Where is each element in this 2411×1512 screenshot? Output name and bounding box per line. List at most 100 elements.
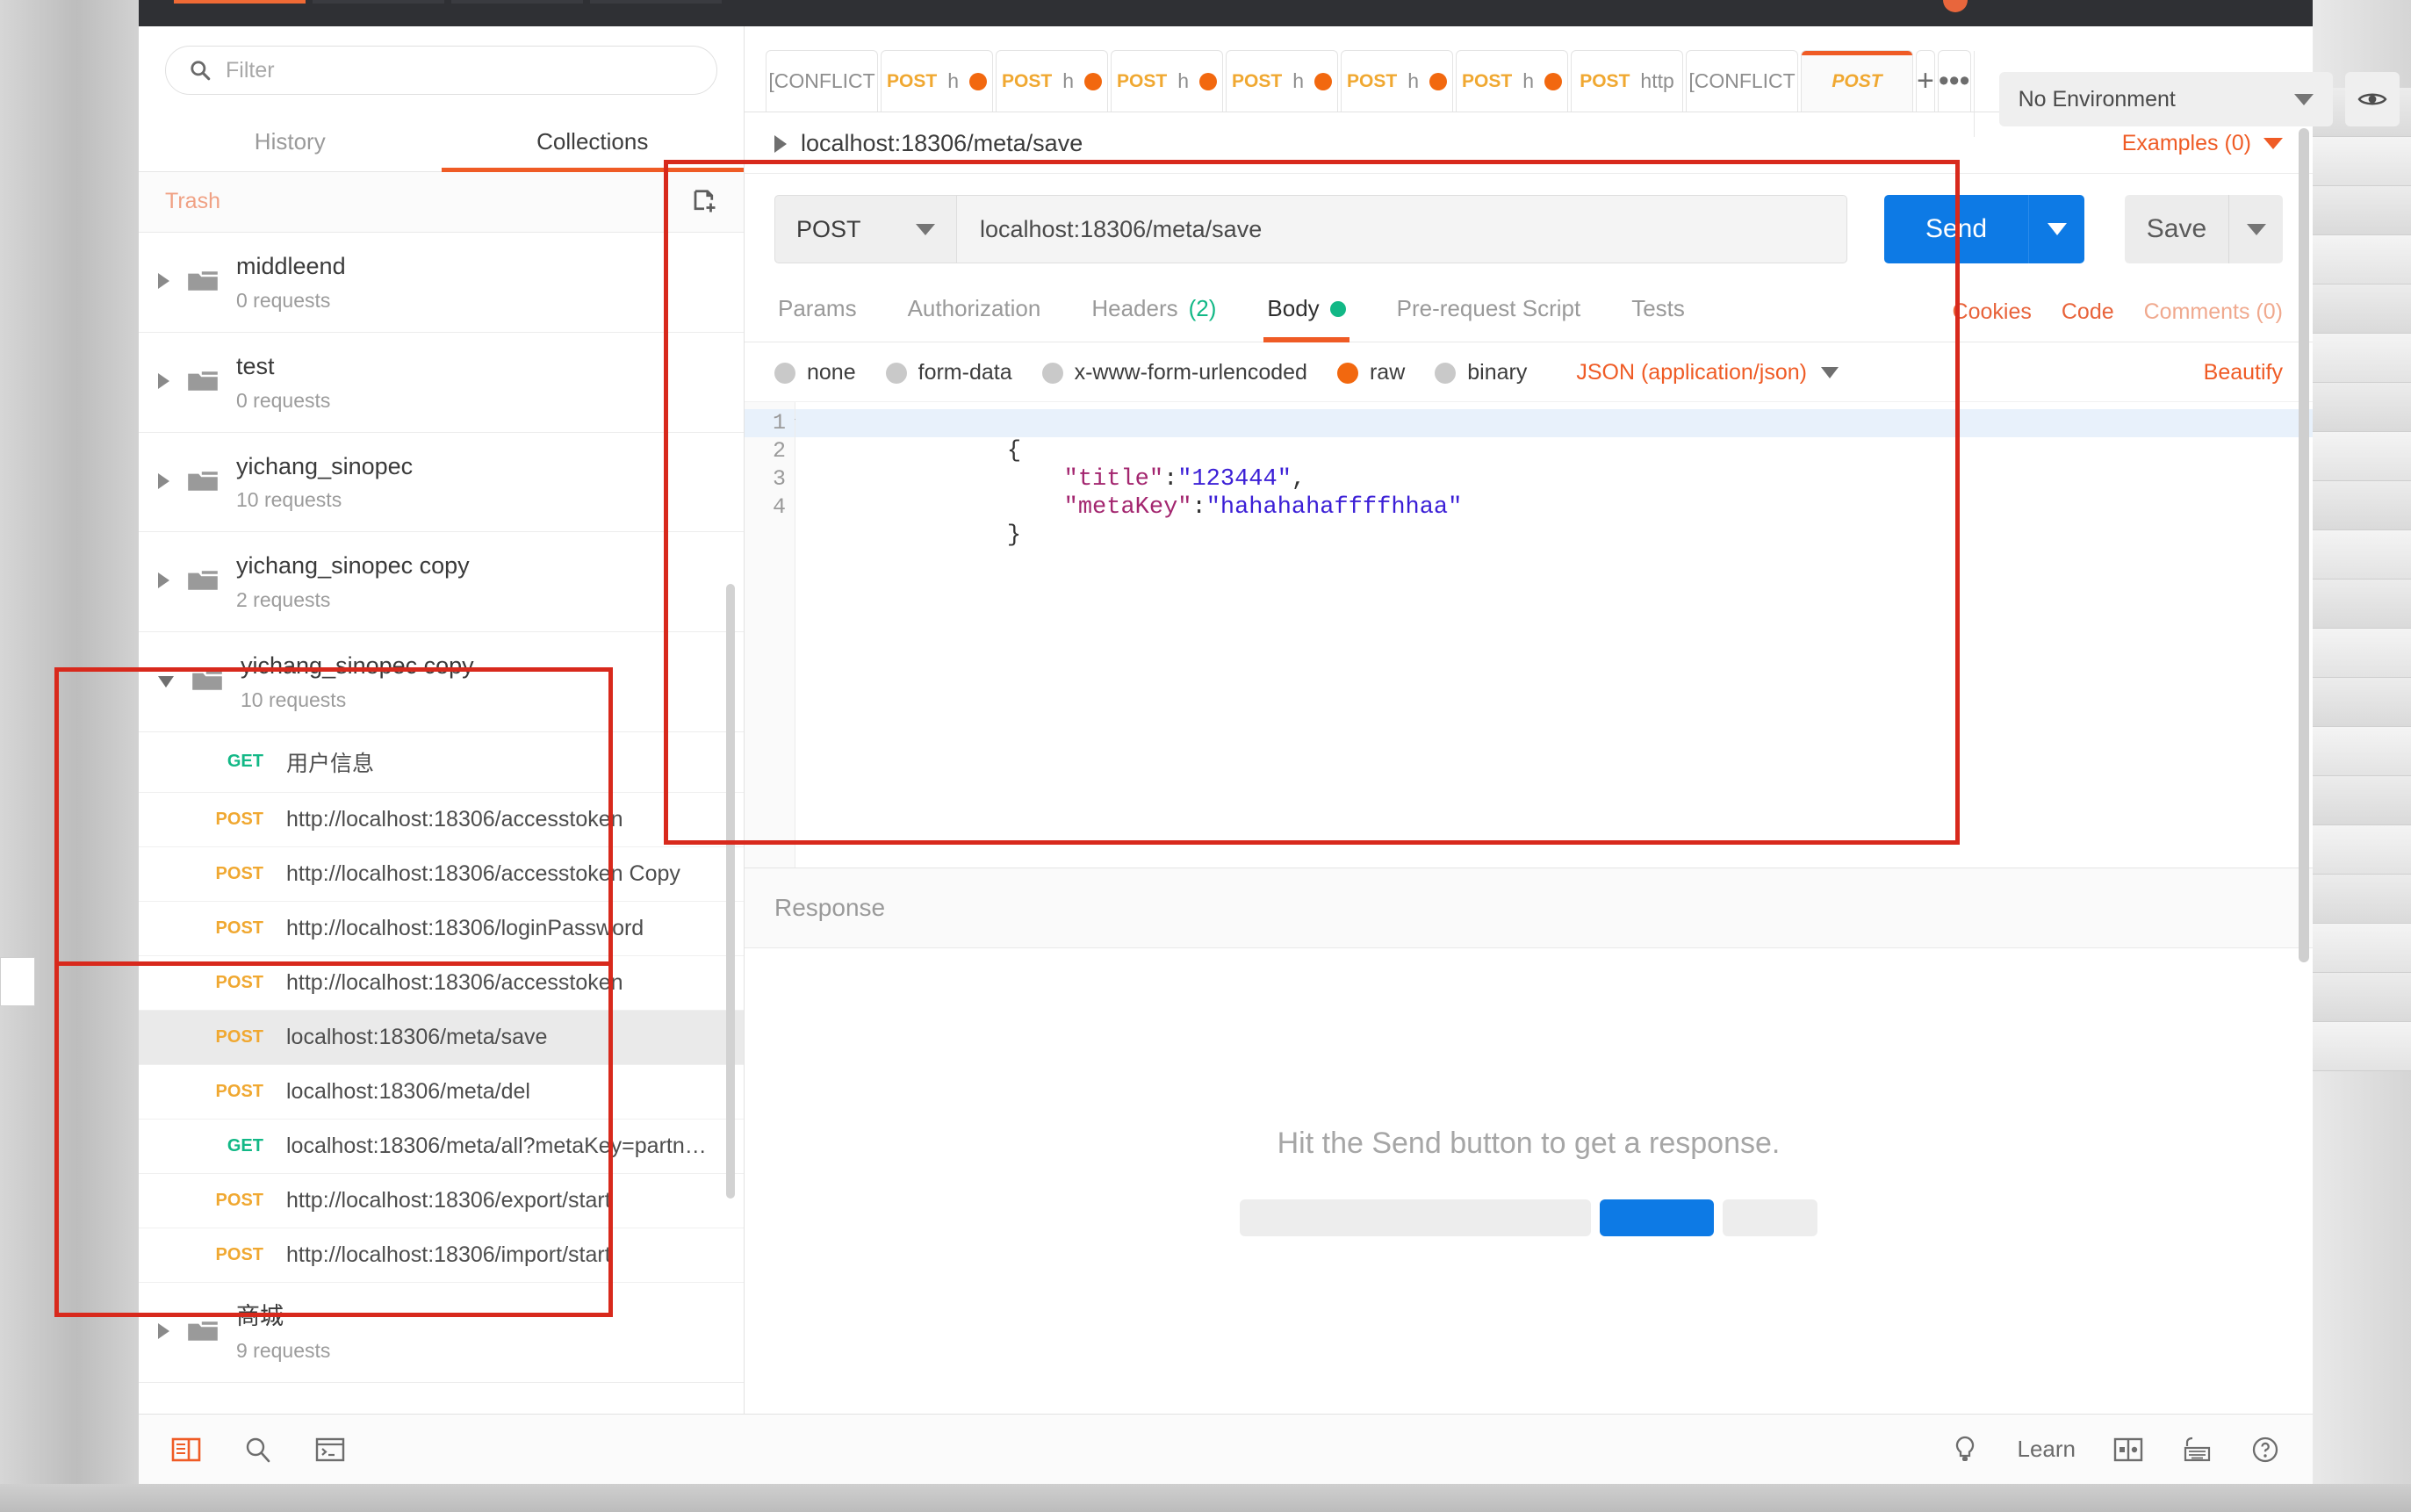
request-method: POST [207, 973, 263, 993]
chevron-right-icon[interactable] [158, 373, 169, 389]
request-method: GET [207, 1136, 263, 1156]
request-tab-conflict-1[interactable]: [CONFLICT [766, 50, 878, 112]
tab-params[interactable]: Params [774, 283, 860, 342]
search-input[interactable]: Filter [165, 46, 717, 95]
comments-link[interactable]: Comments (0) [2144, 299, 2283, 325]
body-type-binary-label: binary [1467, 360, 1527, 385]
request-tab-active[interactable]: POST [1801, 50, 1913, 112]
console-icon[interactable] [314, 1434, 346, 1465]
titlebar-tab[interactable] [313, 0, 444, 4]
list-item[interactable]: GET 用户信息 [139, 732, 744, 793]
list-item-selected[interactable]: POST localhost:18306/meta/save [139, 1011, 744, 1065]
list-item[interactable]: POST http://localhost:18306/import/start [139, 1228, 744, 1283]
request-tab-2[interactable]: POST h [881, 50, 993, 112]
list-item[interactable]: POST http://localhost:18306/accesstoken [139, 956, 744, 1011]
list-item[interactable]: GET localhost:18306/meta/all?metaKey=par… [139, 1120, 744, 1174]
tab-body[interactable]: Body [1263, 283, 1349, 342]
response-empty-state: Hit the Send button to get a response. [745, 948, 2313, 1414]
editor-code-area[interactable]: { "title":"123444", "metaKey":"hahahahaf… [795, 402, 2313, 868]
environment-quick-look-button[interactable] [2345, 72, 2400, 126]
body-type-binary[interactable]: binary [1435, 360, 1527, 385]
list-item[interactable]: POST http://localhost:18306/accesstoken … [139, 847, 744, 902]
body-type-none[interactable]: none [774, 360, 856, 385]
main-content: [CONFLICT POST h POST h POST h [745, 26, 2313, 1414]
body-type-none-label: none [807, 360, 856, 385]
help-icon[interactable] [2249, 1434, 2281, 1465]
list-item[interactable]: POST http://localhost:18306/loginPasswor… [139, 902, 744, 956]
tab-title: h [1522, 69, 1534, 93]
new-tab-button[interactable]: + [1916, 50, 1935, 112]
chevron-down-icon[interactable] [158, 676, 174, 695]
body-editor[interactable]: 1 2 3 4 { "title":"123444", [745, 401, 2313, 868]
body-type-form-data[interactable]: form-data [886, 360, 1012, 385]
eye-icon [2357, 89, 2387, 110]
chevron-right-icon[interactable] [158, 273, 169, 289]
collection-item-test[interactable]: test 0 requests [139, 333, 744, 433]
environment-area: No Environment [1974, 51, 2411, 137]
collection-list[interactable]: middleend 0 requests test 0 r [139, 233, 744, 1414]
chevron-right-icon[interactable] [774, 135, 787, 153]
request-tab-4[interactable]: POST h [1111, 50, 1223, 112]
url-input[interactable]: localhost:18306/meta/save [957, 195, 1847, 263]
collection-item-yichang-sinopec[interactable]: yichang_sinopec 10 requests [139, 433, 744, 533]
collection-item-shangcheng[interactable]: 商城 9 requests [139, 1283, 744, 1383]
save-options-button[interactable] [2228, 195, 2283, 263]
list-item[interactable]: POST localhost:18306/meta/del [139, 1065, 744, 1120]
body-present-dot-icon [1330, 301, 1346, 317]
list-item[interactable]: POST http://localhost:18306/export/start [139, 1174, 744, 1228]
request-tab-conflict-2[interactable]: [CONFLICT [1686, 50, 1798, 112]
save-button[interactable]: Save [2125, 195, 2228, 263]
body-type-urlencoded[interactable]: x-www-form-urlencoded [1042, 360, 1307, 385]
tab-method: POST [1232, 71, 1282, 92]
request-tab-3[interactable]: POST h [996, 50, 1108, 112]
two-pane-icon[interactable] [2112, 1434, 2144, 1465]
chevron-right-icon[interactable] [158, 1323, 169, 1339]
request-method: POST [207, 1027, 263, 1048]
request-tab-7[interactable]: POST h [1456, 50, 1568, 112]
collection-item-yichang-sinopec-copy-10[interactable]: yichang_sinopec copy 10 requests [139, 632, 744, 732]
main-scrollbar[interactable] [2299, 128, 2309, 962]
request-tab-5[interactable]: POST h [1226, 50, 1338, 112]
send-options-button[interactable] [2028, 195, 2084, 263]
request-tab-6[interactable]: POST h [1341, 50, 1453, 112]
code-link[interactable]: Code [2062, 299, 2114, 325]
content-type-selector[interactable]: JSON (application/json) [1576, 360, 1839, 385]
tab-headers[interactable]: Headers (2) [1088, 283, 1220, 342]
collection-text: 商城 9 requests [236, 1302, 330, 1363]
editor-gutter: 1 2 3 4 [745, 402, 795, 868]
send-button[interactable]: Send [1884, 195, 2028, 263]
tab-collections[interactable]: Collections [442, 114, 745, 171]
search-placeholder: Filter [226, 58, 275, 83]
method-selector[interactable]: POST [774, 195, 957, 263]
titlebar-tab[interactable] [451, 0, 583, 4]
new-collection-icon[interactable] [691, 188, 717, 214]
sidebar-scrollbar[interactable] [726, 584, 735, 1199]
collection-name: 商城 [236, 1302, 330, 1332]
collection-item-middleend[interactable]: middleend 0 requests [139, 233, 744, 333]
chevron-right-icon[interactable] [158, 572, 169, 588]
tab-method: POST [1462, 71, 1512, 92]
trash-link[interactable]: Trash [165, 189, 220, 214]
chevron-right-icon[interactable] [158, 473, 169, 489]
beautify-button[interactable]: Beautify [2204, 360, 2283, 385]
tab-authorization[interactable]: Authorization [904, 283, 1045, 342]
list-item[interactable]: POST http://localhost:18306/accesstoken [139, 793, 744, 847]
request-tab-8[interactable]: POST http [1571, 50, 1683, 112]
collection-item-yichang-sinopec-copy-2[interactable]: yichang_sinopec copy 2 requests [139, 532, 744, 632]
sidebar-toggle-icon[interactable] [170, 1434, 202, 1465]
tab-history[interactable]: History [139, 114, 442, 171]
tab-tests[interactable]: Tests [1628, 283, 1688, 342]
body-type-raw[interactable]: raw [1337, 360, 1405, 385]
tab-pre-request-script[interactable]: Pre-request Script [1393, 283, 1585, 342]
environment-selector[interactable]: No Environment [1999, 72, 2333, 126]
titlebar-tab-active[interactable] [174, 0, 306, 4]
find-icon[interactable] [242, 1434, 274, 1465]
tab-overflow-button[interactable]: ••• [1938, 50, 1971, 112]
cookies-link[interactable]: Cookies [1953, 299, 2032, 325]
request-name: http://localhost:18306/loginPassword [286, 916, 644, 941]
titlebar-tab[interactable] [590, 0, 722, 4]
keyboard-shortcuts-icon[interactable] [2181, 1434, 2213, 1465]
bulb-icon[interactable] [1949, 1434, 1981, 1465]
request-name: http://localhost:18306/import/start [286, 1242, 611, 1268]
learn-link[interactable]: Learn [2018, 1436, 2076, 1463]
